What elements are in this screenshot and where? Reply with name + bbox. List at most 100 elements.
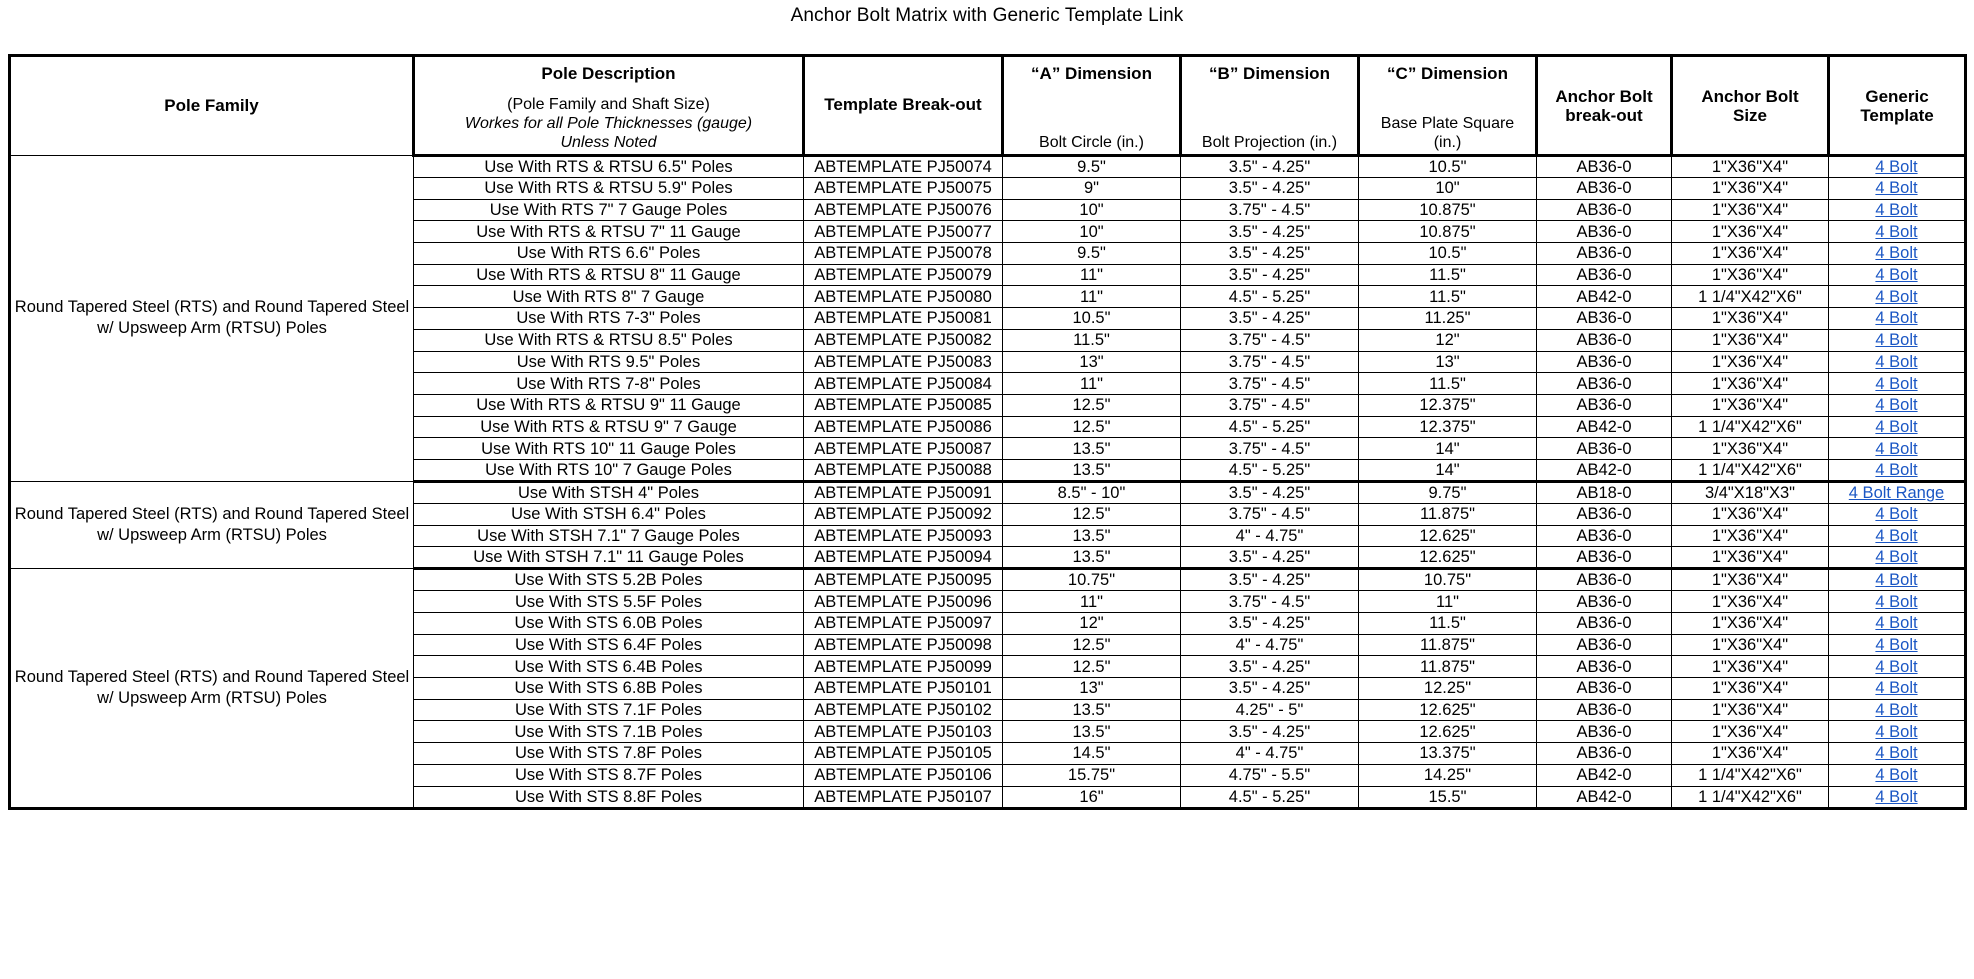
generic-template-link[interactable]: 4 Bolt — [1875, 266, 1917, 284]
generic-template-link[interactable]: 4 Bolt — [1875, 571, 1917, 589]
generic-template-link[interactable]: 4 Bolt — [1875, 158, 1917, 176]
b-dimension-cell: 3.75" - 4.5" — [1180, 328, 1359, 352]
c-dimension-cell: 12.375" — [1358, 415, 1537, 439]
c-dimension-cell: 10.875" — [1358, 220, 1537, 244]
generic-template-link[interactable]: 4 Bolt — [1875, 461, 1917, 479]
generic-template-link[interactable]: 4 Bolt — [1875, 679, 1917, 697]
generic-template-link[interactable]: 4 Bolt — [1875, 375, 1917, 393]
generic-template-link[interactable]: 4 Bolt — [1875, 593, 1917, 611]
generic-template-cell: 4 Bolt — [1828, 437, 1966, 460]
template-breakout-cell: ABTEMPLATE PJ50083 — [803, 350, 1003, 374]
template-breakout-cell: ABTEMPLATE PJ50105 — [803, 742, 1003, 765]
template-breakout-cell: ABTEMPLATE PJ50081 — [803, 307, 1003, 330]
generic-template-cell: 4 Bolt — [1828, 350, 1966, 374]
generic-template-cell: 4 Bolt — [1828, 263, 1966, 287]
generic-template-link[interactable]: 4 Bolt — [1875, 223, 1917, 241]
a-dimension-cell: 9" — [1002, 177, 1181, 200]
template-breakout-cell: ABTEMPLATE PJ50075 — [803, 177, 1003, 200]
anchor-bolt-breakout-cell: AB36-0 — [1536, 263, 1672, 287]
generic-template-link[interactable]: 4 Bolt — [1875, 788, 1917, 806]
anchor-bolt-breakout-cell: AB36-0 — [1536, 677, 1672, 700]
c-dimension-cell: 10.875" — [1358, 198, 1537, 222]
template-breakout-cell: ABTEMPLATE PJ50094 — [803, 546, 1003, 571]
a-dimension-cell: 11" — [1002, 590, 1181, 613]
anchor-bolt-size-cell: 1"X36"X4" — [1671, 567, 1829, 592]
template-breakout-cell: ABTEMPLATE PJ50103 — [803, 720, 1003, 744]
c-dimension-cell: 14.25" — [1358, 763, 1537, 787]
generic-template-cell: 4 Bolt — [1828, 720, 1966, 744]
header-sub-bolt-circle: Bolt Circle (in.) — [1039, 133, 1144, 151]
generic-template-link[interactable]: 4 Bolt — [1875, 353, 1917, 371]
generic-template-link[interactable]: 4 Bolt — [1875, 309, 1917, 327]
b-dimension-cell: 3.75" - 4.5" — [1180, 437, 1359, 460]
b-dimension-cell: 4.75" - 5.5" — [1180, 763, 1359, 787]
pole-family-group-cell: Round Tapered Steel (RTS) and Round Tape… — [9, 568, 414, 809]
generic-template-link[interactable]: 4 Bolt — [1875, 505, 1917, 523]
header-row: Pole Family Pole Description (Pole Famil… — [8, 55, 1967, 156]
generic-template-cell: 4 Bolt — [1828, 458, 1966, 483]
template-breakout-cell: ABTEMPLATE PJ50082 — [803, 328, 1003, 352]
pole-description-cell: Use With RTS 10" 7 Gauge Poles — [413, 458, 804, 483]
generic-template-link[interactable]: 4 Bolt — [1875, 701, 1917, 719]
generic-template-link[interactable]: 4 Bolt — [1875, 440, 1917, 458]
generic-template-link[interactable]: 4 Bolt — [1875, 331, 1917, 349]
anchor-bolt-size-cell: 1 1/4"X42"X6" — [1671, 458, 1829, 483]
anchor-bolt-size-cell: 1 1/4"X42"X6" — [1671, 763, 1829, 787]
a-dimension-cell: 10" — [1002, 220, 1181, 244]
anchor-bolt-breakout-cell: AB36-0 — [1536, 567, 1672, 592]
anchor-bolt-breakout-cell: AB42-0 — [1536, 785, 1672, 810]
header-label-pole-family: Pole Family — [164, 95, 259, 115]
pole-description-cell: Use With STS 6.0B Poles — [413, 612, 804, 635]
c-dimension-cell: 11.25" — [1358, 307, 1537, 330]
generic-template-link[interactable]: 4 Bolt — [1875, 418, 1917, 436]
pole-description-cell: Use With STSH 6.4" Poles — [413, 502, 804, 526]
generic-template-link[interactable]: 4 Bolt — [1875, 288, 1917, 306]
pole-description-cell: Use With RTS 7-8" Poles — [413, 372, 804, 395]
pole-description-cell: Use With RTS 8" 7 Gauge — [413, 285, 804, 309]
template-breakout-cell: ABTEMPLATE PJ50080 — [803, 285, 1003, 309]
generic-template-link[interactable]: 4 Bolt Range — [1849, 484, 1944, 502]
anchor-bolt-breakout-cell: AB36-0 — [1536, 633, 1672, 657]
generic-template-link[interactable]: 4 Bolt — [1875, 744, 1917, 762]
generic-template-link[interactable]: 4 Bolt — [1875, 179, 1917, 197]
b-dimension-cell: 3.5" - 4.25" — [1180, 720, 1359, 744]
pole-description-cell: Use With STSH 4" Poles — [413, 479, 804, 504]
generic-template-link[interactable]: 4 Bolt — [1875, 658, 1917, 676]
generic-template-link[interactable]: 4 Bolt — [1875, 636, 1917, 654]
anchor-bolt-breakout-cell: AB36-0 — [1536, 307, 1672, 330]
generic-template-link[interactable]: 4 Bolt — [1875, 244, 1917, 262]
pole-description-cell: Use With STS 7.1B Poles — [413, 720, 804, 744]
c-dimension-cell: 10.5" — [1358, 154, 1537, 178]
template-breakout-cell: ABTEMPLATE PJ50076 — [803, 198, 1003, 222]
c-dimension-cell: 11.5" — [1358, 285, 1537, 309]
b-dimension-cell: 3.5" - 4.25" — [1180, 655, 1359, 679]
c-dimension-cell: 12.625" — [1358, 546, 1537, 571]
anchor-bolt-size-cell: 1"X36"X4" — [1671, 263, 1829, 287]
c-dimension-cell: 12.25" — [1358, 677, 1537, 700]
c-dimension-cell: 11.5" — [1358, 263, 1537, 287]
table-row: Round Tapered Steel (RTS) and Round Tape… — [9, 154, 1966, 482]
generic-template-cell: 4 Bolt Range — [1828, 479, 1966, 504]
b-dimension-cell: 3.75" - 4.5" — [1180, 502, 1359, 526]
template-breakout-cell: ABTEMPLATE PJ50078 — [803, 242, 1003, 265]
generic-template-link[interactable]: 4 Bolt — [1875, 527, 1917, 545]
header-label-pole-description: Pole Description — [541, 63, 676, 83]
generic-template-link[interactable]: 4 Bolt — [1875, 614, 1917, 632]
generic-template-link[interactable]: 4 Bolt — [1875, 548, 1917, 566]
c-dimension-cell: 10.75" — [1358, 567, 1537, 592]
template-breakout-cell: ABTEMPLATE PJ50097 — [803, 612, 1003, 635]
generic-template-link[interactable]: 4 Bolt — [1875, 723, 1917, 741]
header-sub-base-plate-unit: (in.) — [1433, 133, 1462, 151]
column-header-anchor-bolt-size: Anchor Bolt Size — [1671, 55, 1830, 156]
header-label-template: Template — [1860, 105, 1934, 125]
generic-template-cell: 4 Bolt — [1828, 198, 1966, 222]
generic-template-link[interactable]: 4 Bolt — [1875, 396, 1917, 414]
pole-description-cell: Use With RTS & RTSU 8" 11 Gauge — [413, 263, 804, 287]
page-root: Anchor Bolt Matrix with Generic Template… — [0, 0, 1974, 979]
generic-template-link[interactable]: 4 Bolt — [1875, 766, 1917, 784]
pole-family-group-cell: Round Tapered Steel (RTS) and Round Tape… — [9, 155, 414, 482]
header-sub-unless-noted: Unless Noted — [560, 133, 657, 151]
anchor-bolt-breakout-cell: AB18-0 — [1536, 479, 1672, 504]
generic-template-link[interactable]: 4 Bolt — [1875, 201, 1917, 219]
anchor-bolt-breakout-cell: AB36-0 — [1536, 242, 1672, 265]
